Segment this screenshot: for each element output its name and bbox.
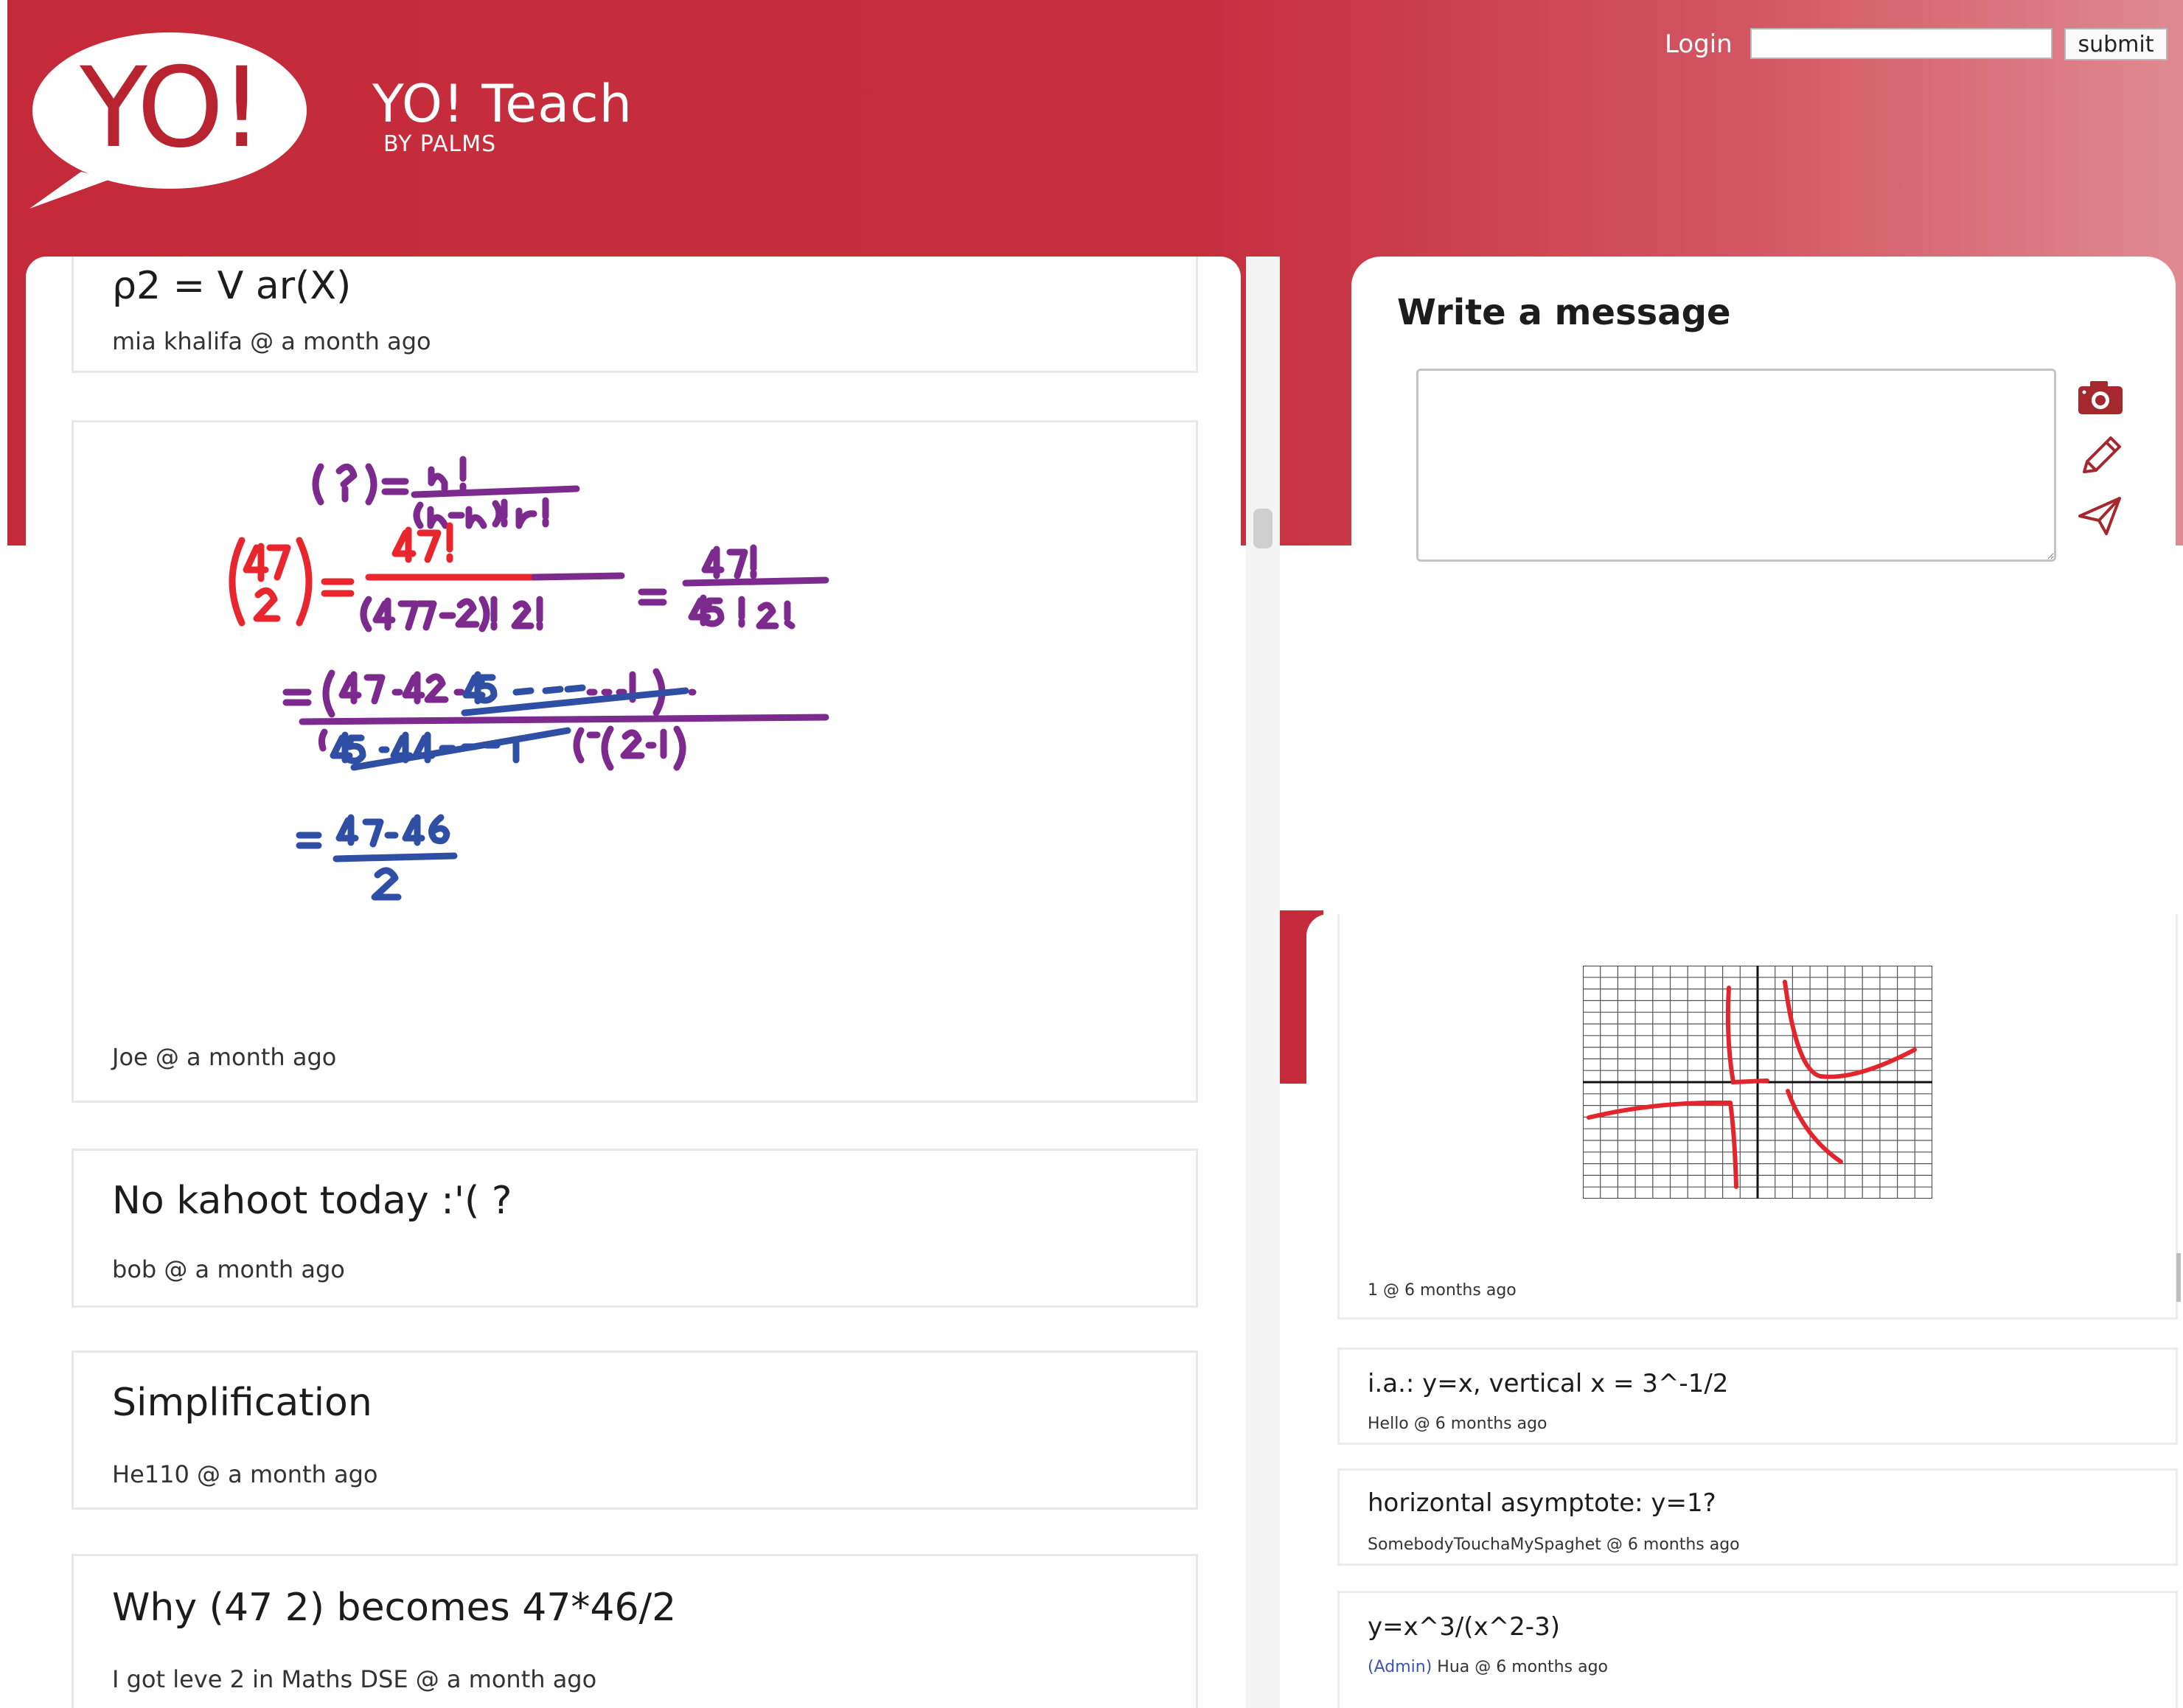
send-icon[interactable]	[2074, 494, 2125, 538]
comment-feed: 1 @ 6 months ago i.a.: y=x, vertical x =…	[1306, 914, 2183, 1708]
message-composer: Write a message	[1351, 257, 2176, 920]
comment-meta: SomebodyTouchaMySpaghet @ 6 months ago	[1368, 1536, 1740, 1554]
logo-text: YO!	[79, 44, 260, 172]
post-title: No kahoot today :'( ?	[112, 1179, 512, 1223]
comment-card[interactable]: y=x^3/(x^2-3) (Admin) Hua @ 6 months ago	[1337, 1591, 2178, 1708]
comment-meta-text: Hua @ 6 months ago	[1437, 1658, 1608, 1676]
comment-meta: Hello @ 6 months ago	[1368, 1415, 1547, 1433]
comment-card[interactable]: horizontal asymptote: y=1? SomebodyTouch…	[1337, 1468, 2178, 1566]
comment-title: i.a.: y=x, vertical x = 3^-1/2	[1368, 1369, 1729, 1398]
post-title: Why (47 2) becomes 47*46/2	[112, 1586, 677, 1630]
handwritten-image	[229, 456, 829, 901]
post-feed: ρ2 = V ar(X) mia khalifa @ a month ago J…	[26, 257, 1241, 1708]
brand-subtitle: BY PALMS	[383, 131, 497, 157]
admin-badge: (Admin)	[1368, 1658, 1432, 1676]
camera-icon[interactable]	[2074, 374, 2125, 419]
composer-heading: Write a message	[1397, 292, 1731, 333]
post-title: Simplification	[112, 1381, 372, 1425]
post-meta: I got leve 2 in Maths DSE @ a month ago	[112, 1665, 597, 1693]
submit-button[interactable]: submit	[2064, 28, 2168, 60]
yo-logo[interactable]: YO!	[29, 28, 310, 212]
post-card[interactable]: Why (47 2) becomes 47*46/2 I got leve 2 …	[72, 1554, 1198, 1708]
post-card[interactable]: No kahoot today :'( ? bob @ a month ago	[72, 1148, 1198, 1308]
graph-image	[1583, 966, 1932, 1199]
post-card[interactable]: Simplification He110 @ a month ago	[72, 1350, 1198, 1510]
feed-scrollbar-thumb[interactable]	[1253, 509, 1272, 548]
post-meta: mia khalifa @ a month ago	[112, 327, 431, 355]
brand-title: YO! Teach	[372, 74, 633, 134]
comment-title: y=x^3/(x^2-3)	[1368, 1612, 1560, 1642]
comment-meta: 1 @ 6 months ago	[1368, 1281, 1517, 1300]
feed-scrollbar-track[interactable]	[1246, 257, 1280, 1708]
post-meta: Joe @ a month ago	[112, 1043, 337, 1071]
post-title: ρ2 = V ar(X)	[112, 264, 352, 308]
message-textarea[interactable]	[1416, 369, 2056, 562]
post-meta: bob @ a month ago	[112, 1255, 345, 1283]
comment-meta: (Admin) Hua @ 6 months ago	[1368, 1658, 1608, 1676]
login-label: Login	[1665, 29, 1733, 59]
post-card[interactable]: ρ2 = V ar(X) mia khalifa @ a month ago	[72, 257, 1198, 373]
comment-card[interactable]: i.a.: y=x, vertical x = 3^-1/2 Hello @ 6…	[1337, 1348, 2178, 1445]
page-scrollbar-thumb[interactable]	[2176, 1253, 2181, 1302]
login-input[interactable]	[1750, 28, 2053, 59]
post-card[interactable]: Joe @ a month ago	[72, 420, 1198, 1103]
comment-card[interactable]: 1 @ 6 months ago	[1337, 914, 2178, 1320]
pencil-icon[interactable]	[2074, 433, 2125, 478]
comment-title: horizontal asymptote: y=1?	[1368, 1488, 1716, 1518]
post-meta: He110 @ a month ago	[112, 1460, 378, 1488]
